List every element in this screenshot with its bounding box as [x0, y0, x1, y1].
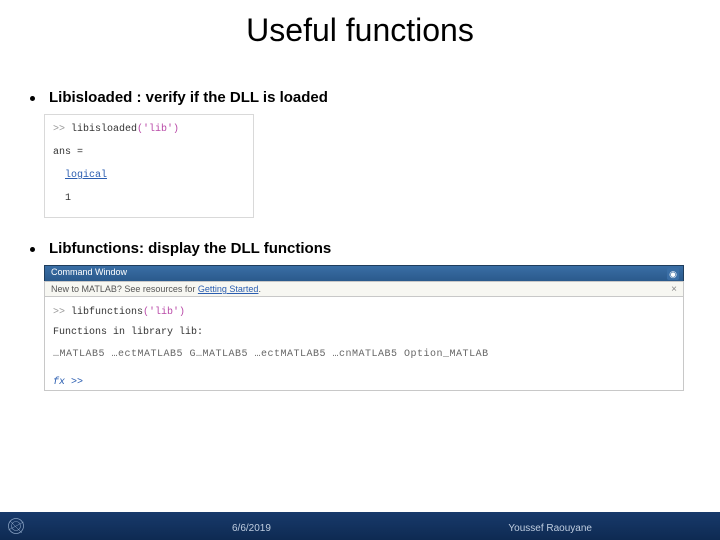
code-line: >> libfunctions('lib') [53, 305, 675, 321]
bullet-2: Libfunctions: display the DLL functions [24, 240, 696, 257]
bullet-1-text: Libisloaded : verify if the DLL is loade… [49, 89, 328, 106]
screenshot-libisloaded: >> libisloaded('lib') ans = logical 1 [44, 114, 254, 218]
slide-body: Libisloaded : verify if the DLL is loade… [0, 49, 720, 391]
command-window-body[interactable]: >> libfunctions('lib') Functions in libr… [44, 296, 684, 391]
window-titlebar: Command Window ◉ [44, 265, 684, 281]
functions-row: …MATLAB5 …ectMATLAB5 G…MATLAB5 …ectMATLA… [53, 347, 675, 363]
prompt-text: >> [53, 124, 71, 135]
cmd-name: libfunctions [71, 307, 143, 318]
slide-title: Useful functions [0, 0, 720, 49]
ans-type: logical [53, 167, 245, 184]
subbar-text: New to MATLAB? See resources for [51, 284, 198, 294]
getting-started-link[interactable]: Getting Started [198, 284, 259, 294]
code-line: >> libisloaded('lib') [53, 121, 245, 138]
window-title: Command Window [51, 267, 127, 277]
cmd-name: libisloaded [71, 124, 137, 135]
fx-prompt[interactable]: fx >> [53, 375, 675, 391]
close-icon[interactable]: × [671, 284, 677, 295]
screenshot-libfunctions: Command Window ◉ New to MATLAB? See reso… [44, 265, 684, 391]
bullet-1: Libisloaded : verify if the DLL is loade… [24, 89, 696, 106]
prompt-text: >> [53, 307, 71, 318]
bullet-2-text: Libfunctions: display the DLL functions [49, 240, 331, 257]
logical-link[interactable]: logical [65, 170, 107, 181]
footer-author: Youssef Raouyane [508, 523, 592, 534]
bullet-dot-icon [30, 247, 35, 252]
ans-value: 1 [53, 190, 245, 207]
slide: Useful functions Libisloaded : verify if… [0, 0, 720, 540]
ans-label: ans = [53, 144, 245, 161]
footer-date: 6/6/2019 [232, 523, 271, 534]
bullet-dot-icon [30, 96, 35, 101]
getting-started-bar: New to MATLAB? See resources for Getting… [44, 281, 684, 296]
output-header: Functions in library lib: [53, 325, 675, 341]
cern-logo-icon [0, 512, 32, 540]
cmd-arg: ('lib') [137, 124, 179, 135]
slide-footer: 6/6/2019 Youssef Raouyane [0, 512, 720, 540]
window-control-icon[interactable]: ◉ [667, 268, 679, 280]
cmd-arg: ('lib') [143, 307, 185, 318]
